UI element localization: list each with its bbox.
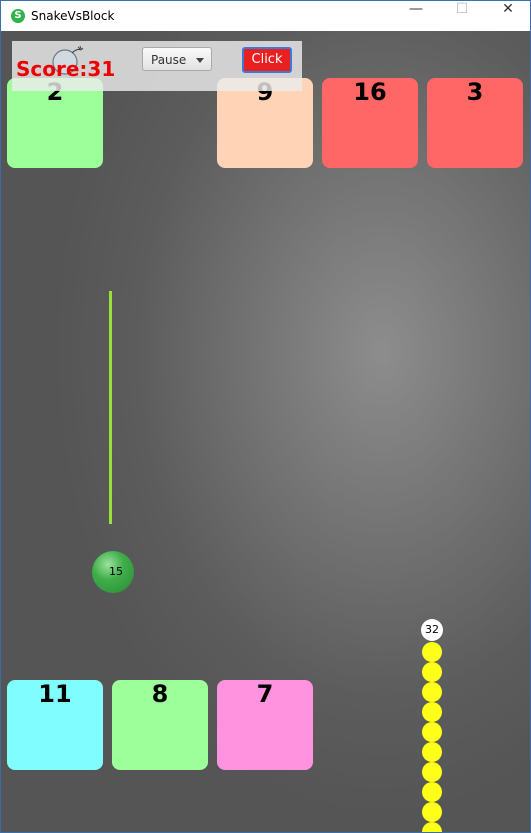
score-label: Score:31 — [16, 57, 116, 81]
maximize-button[interactable]: ☐ — [439, 1, 485, 31]
snake-length-label: 32 — [421, 619, 443, 641]
chevron-down-icon — [196, 58, 204, 63]
ball-token: 15 — [92, 551, 134, 593]
snake-segment — [422, 822, 442, 832]
block-top-3: 16 — [322, 78, 418, 168]
snake-app-icon: S — [11, 9, 25, 23]
ball-value: 15 — [109, 565, 123, 578]
snake-segment — [422, 742, 442, 762]
block-top-4: 3 — [427, 78, 523, 168]
snake-segment — [422, 802, 442, 822]
hud-panel: Score:31 Pause Click — [12, 41, 302, 91]
snake-segment — [422, 702, 442, 722]
snake-segment — [422, 762, 442, 782]
snake-segment — [422, 642, 442, 662]
block-bottom-3: 7 — [217, 680, 313, 770]
block-top-1: 2 — [7, 78, 103, 168]
snake-segment — [422, 662, 442, 682]
pause-dropdown-value: Pause — [151, 53, 187, 67]
minimize-button[interactable]: — — [393, 1, 439, 31]
block-top-2: 9 — [217, 78, 313, 168]
close-button[interactable]: ✕ — [485, 1, 530, 31]
title-bar: S SnakeVsBlock — ☐ ✕ — [1, 1, 530, 31]
block-bottom-2: 8 — [112, 680, 208, 770]
window-title: SnakeVsBlock — [31, 9, 115, 23]
pause-dropdown[interactable]: Pause — [142, 47, 212, 71]
snake-segment — [422, 782, 442, 802]
block-bottom-1: 11 — [7, 680, 103, 770]
click-button[interactable]: Click — [242, 47, 292, 73]
app-window: S SnakeVsBlock — ☐ ✕ 2 9 16 3 Score:31 P… — [0, 0, 531, 833]
wall-bar — [109, 291, 112, 524]
game-area[interactable]: 2 9 16 3 Score:31 Pause Click 15 11 8 7 — [1, 31, 530, 832]
snake-segment — [422, 722, 442, 742]
snake-segment — [422, 682, 442, 702]
